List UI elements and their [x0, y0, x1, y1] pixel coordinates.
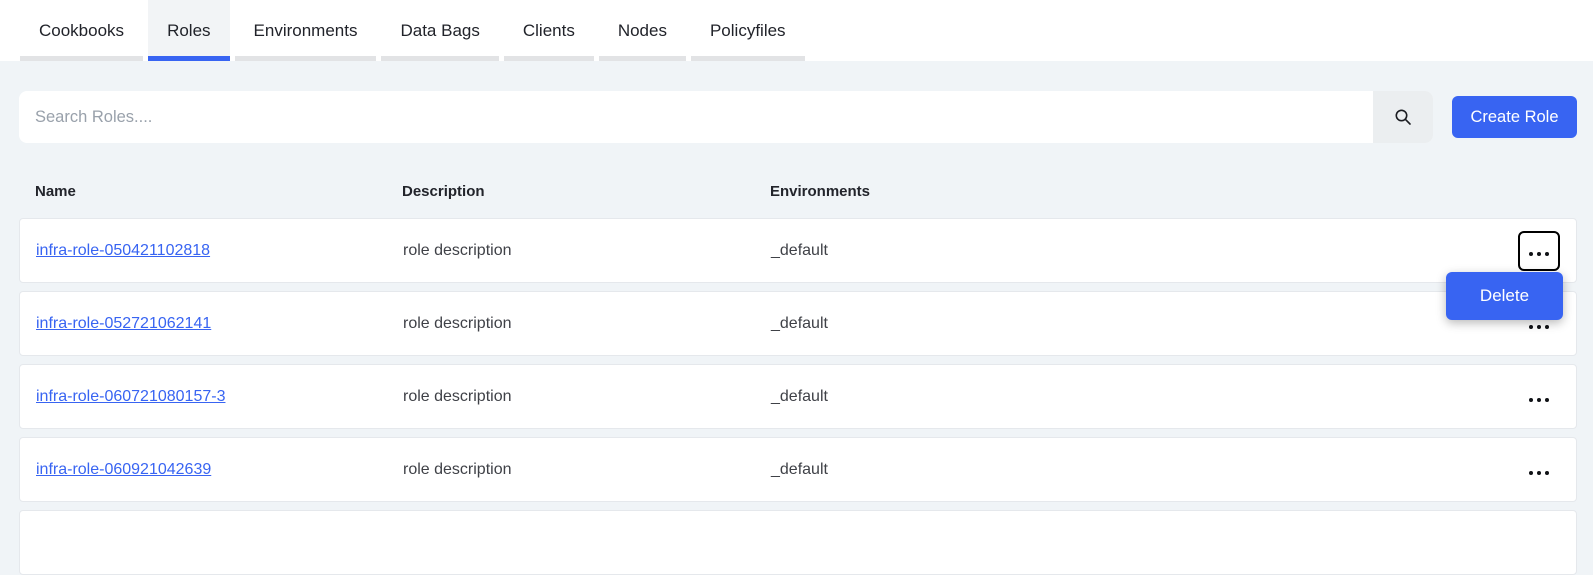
table-row — [19, 510, 1577, 575]
search-row: Create Role — [19, 91, 1577, 143]
role-name-link[interactable]: infra-role-060921042639 — [36, 461, 211, 478]
tab-nodes[interactable]: Nodes — [599, 0, 686, 61]
tab-cookbooks[interactable]: Cookbooks — [20, 0, 143, 61]
role-description: role description — [403, 315, 771, 333]
tab-label: Policyfiles — [710, 21, 786, 41]
roles-table: infra-role-050421102818 role description… — [19, 218, 1577, 575]
delete-button[interactable]: Delete — [1446, 272, 1563, 320]
column-header-name: Name — [35, 183, 402, 200]
table-header: Name Description Environments — [19, 183, 1577, 200]
tab-label: Environments — [254, 21, 358, 41]
create-role-button[interactable]: Create Role — [1452, 96, 1577, 138]
column-header-environments: Environments — [770, 183, 1577, 200]
role-environments: _default — [771, 242, 1518, 260]
row-actions-button[interactable] — [1518, 231, 1560, 271]
tab-clients[interactable]: Clients — [504, 0, 594, 61]
role-environments: _default — [771, 388, 1518, 406]
table-row: infra-role-060921042639 role description… — [19, 437, 1577, 502]
tab-roles[interactable]: Roles — [148, 0, 229, 61]
tab-label: Data Bags — [400, 21, 479, 41]
role-environments: _default — [771, 461, 1518, 479]
ellipsis-icon — [1529, 471, 1549, 475]
tab-label: Nodes — [618, 21, 667, 41]
search-box — [19, 91, 1433, 143]
ellipsis-icon — [1529, 325, 1549, 329]
row-actions-button[interactable] — [1518, 450, 1560, 490]
tab-policyfiles[interactable]: Policyfiles — [691, 0, 805, 61]
column-header-description: Description — [402, 183, 770, 200]
table-row: infra-role-050421102818 role description… — [19, 218, 1577, 283]
search-input[interactable] — [19, 91, 1373, 143]
table-row: infra-role-060721080157-3 role descripti… — [19, 364, 1577, 429]
tab-label: Roles — [167, 21, 210, 41]
search-button[interactable] — [1373, 91, 1433, 143]
tab-label: Clients — [523, 21, 575, 41]
ellipsis-icon — [1529, 398, 1549, 402]
tab-environments[interactable]: Environments — [235, 0, 377, 61]
tab-bar: Cookbooks Roles Environments Data Bags C… — [0, 0, 1593, 61]
tab-label: Cookbooks — [39, 21, 124, 41]
role-description: role description — [403, 388, 771, 406]
ellipsis-icon — [1529, 252, 1549, 256]
role-name-link[interactable]: infra-role-050421102818 — [36, 242, 210, 259]
role-environments: _default — [771, 315, 1518, 333]
roles-page: Create Role Name Description Environment… — [0, 61, 1593, 575]
tab-data-bags[interactable]: Data Bags — [381, 0, 498, 61]
role-description: role description — [403, 461, 771, 479]
role-name-link[interactable]: infra-role-060721080157-3 — [36, 388, 225, 405]
role-name-link[interactable]: infra-role-052721062141 — [36, 315, 211, 332]
role-description: role description — [403, 242, 771, 260]
search-icon — [1393, 107, 1413, 127]
row-actions-button[interactable] — [1518, 377, 1560, 417]
table-row: infra-role-052721062141 role description… — [19, 291, 1577, 356]
row-menu-popup: Delete — [1446, 272, 1563, 320]
